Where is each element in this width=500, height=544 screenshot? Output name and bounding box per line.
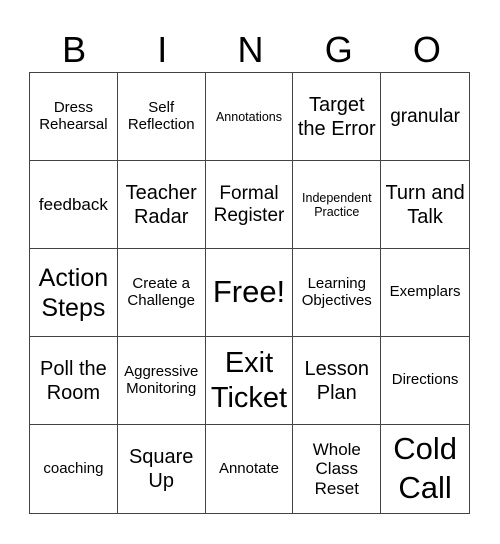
free-space[interactable]: Free! [205, 249, 294, 337]
bingo-cell[interactable]: Teacher Radar [117, 161, 206, 249]
bingo-cell[interactable]: Self Reflection [117, 73, 206, 161]
bingo-cell[interactable]: Exit Ticket [205, 337, 294, 425]
bingo-cell[interactable]: Directions [381, 337, 469, 425]
bingo-cell[interactable]: Whole Class Reset [293, 425, 382, 513]
header-letter-o: O [412, 29, 441, 70]
header-letter-n: N [237, 29, 264, 70]
bingo-cell[interactable]: Aggressive Monitoring [117, 337, 206, 425]
bingo-cell[interactable]: Cold Call [381, 425, 469, 513]
bingo-card-grid: Dress Rehearsal Self Reflection Annotati… [29, 72, 470, 514]
bingo-cell[interactable]: Independent Practice [293, 161, 382, 249]
bingo-cell[interactable]: granular [381, 73, 469, 161]
bingo-cell[interactable]: Formal Register [205, 161, 294, 249]
header-letter-i: I [157, 29, 168, 70]
bingo-cell[interactable]: Learning Objectives [293, 249, 382, 337]
bingo-cell[interactable]: Create a Challenge [117, 249, 206, 337]
bingo-cell[interactable]: Dress Rehearsal [30, 73, 118, 161]
bingo-cell[interactable]: Exemplars [381, 249, 469, 337]
bingo-cell[interactable]: coaching [30, 425, 118, 513]
bingo-cell[interactable]: Lesson Plan [293, 337, 382, 425]
bingo-cell[interactable]: Target the Error [293, 73, 382, 161]
bingo-cell[interactable]: Action Steps [30, 249, 118, 337]
header-letter-b: B [62, 29, 87, 70]
bingo-cell[interactable]: Annotate [206, 425, 294, 513]
header-letter-g: G [324, 29, 353, 70]
bingo-cell[interactable]: Annotations [205, 73, 294, 161]
bingo-cell[interactable]: Poll the Room [30, 337, 118, 425]
bingo-cell[interactable]: Square Up [118, 425, 206, 513]
bingo-header: B I N G O [30, 28, 471, 72]
bingo-cell[interactable]: Turn and Talk [381, 161, 469, 249]
bingo-cell[interactable]: feedback [30, 161, 118, 249]
